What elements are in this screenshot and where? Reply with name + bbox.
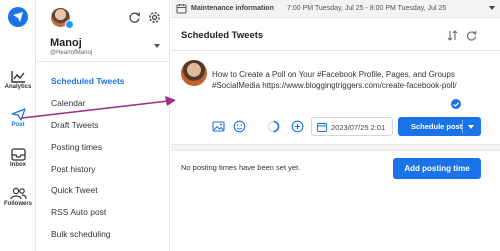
section-divider [171,144,500,151]
refresh-icon[interactable] [466,30,477,41]
tweet-avatar [181,60,207,86]
chevron-down-icon[interactable] [468,125,474,129]
schedule-date-value: 2023/07/25 2:01 [331,123,386,132]
button-separator [462,120,463,133]
menu-item-calendar[interactable]: Calendar [51,98,86,108]
rail-label-analytics: Analytics [4,84,32,90]
chevron-down-icon[interactable] [154,44,160,48]
icon-rail: Analytics Post Inbox Followers [0,0,36,251]
calendar-icon [317,122,327,132]
rail-item-analytics[interactable]: Analytics [0,70,36,90]
check-icon [451,99,461,109]
banner-text: 7:00 PM Tuesday, Jul 25 - 8:00 PM Tuesda… [287,5,447,12]
gear-icon[interactable] [148,11,161,24]
app-logo-icon[interactable] [7,6,29,28]
calendar-icon [176,4,187,14]
divider [37,61,170,62]
schedule-post-button[interactable]: Schedule post [398,117,481,136]
character-count-icon [267,120,280,133]
menu-item-post-history[interactable]: Post history [51,164,95,174]
verified-badge-icon [65,20,74,29]
image-icon[interactable] [212,120,225,133]
secondary-sidebar: Manoj @HeartofManoj Scheduled Tweets Cal… [37,0,170,251]
schedule-post-label: Schedule post [411,122,463,131]
page-title: Scheduled Tweets [181,30,264,41]
chevron-down-icon[interactable] [489,6,495,10]
emoji-icon[interactable] [233,120,246,133]
account-name[interactable]: Manoj [50,37,82,49]
add-posting-time-button[interactable]: Add posting time [393,158,481,179]
menu-item-quick-tweet[interactable]: Quick Tweet [51,185,98,195]
menu-item-scheduled-tweets[interactable]: Scheduled Tweets [51,76,125,86]
menu-item-draft-tweets[interactable]: Draft Tweets [51,120,99,130]
add-icon[interactable] [291,120,304,133]
menu-item-rss-auto-post[interactable]: RSS Auto post [51,207,106,217]
followers-icon [9,187,27,200]
paper-plane-icon [10,108,26,121]
rail-label-post: Post [11,122,25,128]
rail-item-post[interactable]: Post [0,108,36,128]
account-handle: @HeartofManoj [50,50,93,56]
rail-label-followers: Followers [3,201,32,207]
menu-item-bulk-scheduling[interactable]: Bulk scheduling [51,229,111,239]
banner-title: Maintenance information [191,5,274,12]
rail-item-inbox[interactable]: Inbox [0,148,36,168]
schedule-date-input[interactable]: 2023/07/25 2:01 [311,117,393,136]
rail-item-followers[interactable]: Followers [0,187,36,207]
menu-item-posting-times[interactable]: Posting times [51,142,102,152]
refresh-icon[interactable] [128,11,141,24]
sort-icon[interactable] [447,30,458,41]
maintenance-banner: Maintenance information 7:00 PM Tuesday,… [171,0,500,18]
tweet-text[interactable]: How to Create a Poll on Your #Facebook P… [212,70,457,91]
divider [171,50,500,51]
chart-line-icon [10,71,25,83]
add-posting-time-label: Add posting time [404,164,470,173]
empty-posting-times-text: No posting times have been set yet. [181,163,301,172]
inbox-icon [10,148,26,161]
rail-label-inbox: Inbox [10,162,26,168]
